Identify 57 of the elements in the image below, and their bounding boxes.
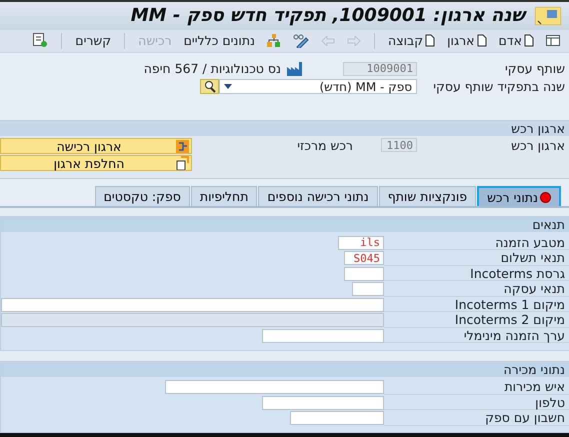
input-field[interactable] xyxy=(344,266,384,281)
input-field[interactable] xyxy=(352,282,384,296)
input-field[interactable] xyxy=(1,298,384,312)
section-title: תנאים xyxy=(1,217,569,232)
input-field[interactable] xyxy=(1,313,384,328)
field-label: תנאי תשלום xyxy=(384,250,569,266)
input-field[interactable] xyxy=(165,380,384,394)
tab[interactable]: פונקציות שותף xyxy=(378,186,476,206)
factory-icon xyxy=(287,62,303,76)
partner-field: 1009001 xyxy=(343,62,417,76)
field-label: חשבון עם ספק xyxy=(384,410,569,426)
org-icon xyxy=(176,140,189,153)
document-switch-icon xyxy=(176,156,189,170)
field-label: איש מכירות xyxy=(384,380,569,395)
toolbar-button[interactable]: אדם xyxy=(496,33,537,48)
section-title: נתוני מכירה xyxy=(1,362,569,377)
tab[interactable]: תחליפיות xyxy=(190,186,258,206)
field-label: ערך הזמנה מינימלי xyxy=(384,328,569,344)
partner-name: נס טכנולוגיות / 567 חיפה xyxy=(144,61,281,76)
section-title: ארגון רכש xyxy=(0,121,569,136)
search-button[interactable] xyxy=(200,79,219,94)
input-field[interactable] xyxy=(262,396,384,410)
org-action-button[interactable]: החלפת ארגון xyxy=(0,155,192,172)
panel-icon[interactable] xyxy=(546,35,560,46)
toolbar-button[interactable]: ארגון xyxy=(444,33,490,48)
document-icon xyxy=(476,34,487,48)
field-label: שותף עסקי xyxy=(504,61,565,76)
tab[interactable]: נתוני רכש xyxy=(477,186,561,206)
toolbar-button[interactable]: קשרים xyxy=(72,33,114,48)
tab[interactable]: ספק: טקסטים xyxy=(94,186,190,206)
window-title: שנה ארגון: 1009001, תפקיד חדש ספק - MM xyxy=(130,5,525,26)
field-label: גרסת Incoterms xyxy=(384,266,569,282)
toolbar-button[interactable]: נתונים כלליים xyxy=(180,33,258,48)
document-icon xyxy=(524,34,534,48)
org-blocks-icon[interactable] xyxy=(267,34,282,48)
field-label: תנאי עסקה xyxy=(384,282,569,297)
input-field[interactable]: S045 xyxy=(344,251,384,266)
input-field[interactable] xyxy=(262,328,384,343)
field-label: ארגון רכש xyxy=(510,138,565,156)
input-field[interactable]: ils xyxy=(338,236,384,250)
relations-icon[interactable] xyxy=(33,33,48,48)
field-label: מטבע הזמנה xyxy=(384,235,569,250)
field-label: מיקום Incoterms 1 xyxy=(384,297,569,312)
role-dropdown[interactable]: ספק - MM (חדש) xyxy=(219,79,417,94)
tab[interactable]: נתוני רכישה נוספים xyxy=(258,186,378,206)
purchasing-org-field: 1100 xyxy=(381,138,417,152)
purchasing-org-description: רכש מרכזי xyxy=(296,138,353,156)
field-label: טלפון xyxy=(384,395,569,410)
app-icon xyxy=(535,6,561,25)
toolbar-button[interactable]: קבוצה xyxy=(385,33,438,48)
glasses-pencil-icon[interactable] xyxy=(293,34,310,48)
org-action-button[interactable]: ארגון רכישה xyxy=(0,138,192,154)
field-label: שנה בתפקיד שותף עסקי xyxy=(432,79,565,94)
caret-icon xyxy=(224,84,232,90)
field-label: מיקום Incoterms 2 xyxy=(384,312,569,328)
input-field[interactable] xyxy=(290,411,384,426)
document-icon xyxy=(425,34,436,48)
